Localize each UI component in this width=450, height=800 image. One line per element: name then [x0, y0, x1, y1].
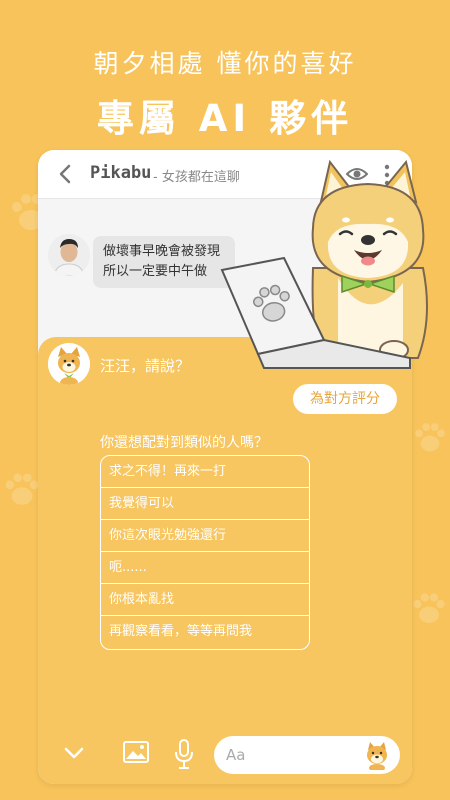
paw-decoration-icon: [415, 423, 445, 452]
paw-decoration-icon: [413, 593, 445, 624]
shiba-mascot-illustration: [220, 159, 428, 369]
back-arrow-icon[interactable]: [58, 164, 72, 184]
answer-option[interactable]: 呃......: [101, 552, 309, 584]
bot-prompt: 汪汪，請說？: [100, 357, 191, 375]
paw-decoration-icon: [5, 473, 39, 505]
answer-option[interactable]: 求之不得！再來一打: [101, 456, 309, 488]
shiba-sticker-icon[interactable]: [362, 740, 392, 770]
promo-tagline: 朝夕相處 懂你的喜好: [93, 49, 357, 78]
answer-option[interactable]: 再觀察看看，等等再問我: [101, 616, 309, 649]
message-line: 做壞事早晚會被發現: [103, 244, 221, 259]
composer-bar: Aa: [38, 726, 412, 784]
answer-option[interactable]: 你根本亂找: [101, 584, 309, 616]
avatar[interactable]: [48, 234, 90, 276]
answer-option[interactable]: 我覺得可以: [101, 488, 309, 520]
promo-headline: 專屬 AI 夥伴: [96, 97, 354, 140]
chevron-down-icon[interactable]: [64, 746, 84, 760]
message-input[interactable]: Aa: [214, 736, 400, 774]
answer-options: 求之不得！再來一打 我覺得可以 你這次眼光勉強還行 呃...... 你根本亂找 …: [100, 455, 310, 650]
match-question: 你還想配對到類似的人嗎？: [100, 435, 268, 451]
incoming-message-bubble: 做壞事早晚會被發現 所以一定要中午做: [93, 236, 235, 288]
rate-partner-button[interactable]: 為對方評分: [293, 384, 397, 414]
microphone-icon[interactable]: [174, 738, 194, 770]
answer-option[interactable]: 你這次眼光勉強還行: [101, 520, 309, 552]
bot-avatar: [48, 343, 90, 385]
message-input-placeholder: Aa: [226, 746, 246, 764]
message-line: 所以一定要中午做: [103, 264, 208, 279]
image-icon[interactable]: [122, 740, 150, 764]
chat-partner-name: Pikabu: [90, 163, 152, 183]
bot-panel: 汪汪，請說？ 為對方評分 你還想配對到類似的人嗎？ 求之不得！再來一打 我覺得可…: [38, 337, 412, 784]
